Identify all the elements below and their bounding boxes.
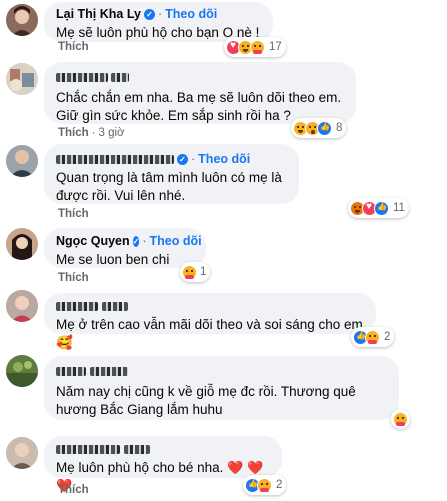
like-link[interactable]: Thích [58,484,89,496]
comment-text-body: Mẹ luôn phù hộ cho bé nha. [56,460,224,475]
care-reaction-icon [257,477,272,493]
reaction-count: 8 [336,122,343,134]
separator-dot: · [157,7,163,21]
like-reaction-icon [374,200,389,216]
comment-actions: Thích [58,41,89,53]
like-link[interactable]: Thích [58,208,89,220]
author-name-blurred[interactable] [56,72,108,82]
reaction-summary[interactable]: 1 [180,262,211,282]
care-reaction-icon [365,329,380,345]
like-link[interactable]: Thích [58,41,89,53]
reaction-summary[interactable]: 2 [351,327,395,347]
avatar[interactable] [6,290,38,322]
author-name-blurred [90,366,128,376]
follow-button[interactable]: Theo dõi [150,233,202,249]
avatar[interactable] [6,63,38,95]
reaction-count: 2 [276,479,283,491]
avatar[interactable] [6,145,38,177]
comment-text: Năm nay chị cũng k về giỗ mẹ đc rồi. Thư… [56,384,356,417]
avatar[interactable] [6,228,38,260]
verified-badge-icon: ✓ [177,153,188,165]
follow-button[interactable]: Theo dõi [165,6,217,22]
comment-text: Quan trọng là tâm mình luôn có mẹ là đượ… [56,170,282,203]
comment-text: Me se luon ben chi [56,252,170,267]
author-name-blurred[interactable] [56,154,174,164]
like-reaction-icon [317,120,332,136]
separator-dot: · [191,152,196,166]
comment-time[interactable]: 3 giờ [99,127,125,139]
verified-badge-icon: ✓ [143,8,155,20]
separator-dot: · [91,127,96,139]
reaction-summary[interactable]: 8 [291,118,347,138]
reaction-summary[interactable]: 17 [224,37,286,57]
reaction-count: 17 [269,41,282,53]
reaction-count: 2 [384,331,391,343]
comment-actions: Thích · 3 giờ [58,127,125,139]
reaction-summary[interactable] [391,409,410,429]
like-link[interactable]: Thích [58,272,89,284]
comment-actions: Thích [58,272,89,284]
comment-actions: Thích [58,208,89,220]
avatar[interactable] [6,4,38,36]
author-name-blurred [124,444,150,454]
author-name-blurred [111,72,129,82]
author-name-blurred [102,301,128,311]
comment-text: Mẹ ở trên cao vẫn mãi dõi theo và soi sá… [56,317,363,350]
reaction-count: 1 [200,266,207,278]
author-name[interactable]: Lại Thị Kha Ly [56,6,141,22]
care-reaction-icon [393,411,408,427]
care-reaction-icon [182,264,197,280]
verified-badge-icon: ✓ [132,235,140,247]
comment-bubble: Ngọc Quyen ✓ · Theo dõi Me se luon ben c… [44,228,206,268]
author-name[interactable]: Ngọc Quyen [56,233,130,249]
follow-button[interactable]: Theo dõi [198,151,250,167]
comment-bubble: Chắc chắn em nha. Ba mẹ sẽ luôn dõi theo… [44,62,356,124]
comment-bubble: ✓ · Theo dõi Quan trọng là tâm mình luôn… [44,144,299,204]
reaction-summary[interactable]: 11 [348,198,409,218]
author-name-blurred[interactable] [56,366,86,376]
comment-bubble: Năm nay chị cũng k về giỗ mẹ đc rồi. Thư… [44,356,399,420]
author-name-blurred[interactable] [56,301,98,311]
like-link[interactable]: Thích [58,127,89,139]
comment-bubble: Mẹ luôn phù hộ cho bé nha. ❤️ ❤️ ❤️ [44,436,282,493]
reaction-summary[interactable]: 2 [243,475,287,495]
reaction-count: 11 [393,202,405,214]
comment-bubble: Mẹ ở trên cao vẫn mãi dõi theo và soi sá… [44,293,376,350]
avatar[interactable] [6,355,38,387]
comment-bubble: Lại Thị Kha Ly ✓ · Theo dõi Mẹ sẽ luôn p… [44,2,273,42]
avatar[interactable] [6,437,38,469]
care-reaction-icon [250,39,265,55]
comment-actions: Thích [58,484,89,496]
author-name-blurred[interactable] [56,444,120,454]
separator-dot: · [142,234,147,248]
